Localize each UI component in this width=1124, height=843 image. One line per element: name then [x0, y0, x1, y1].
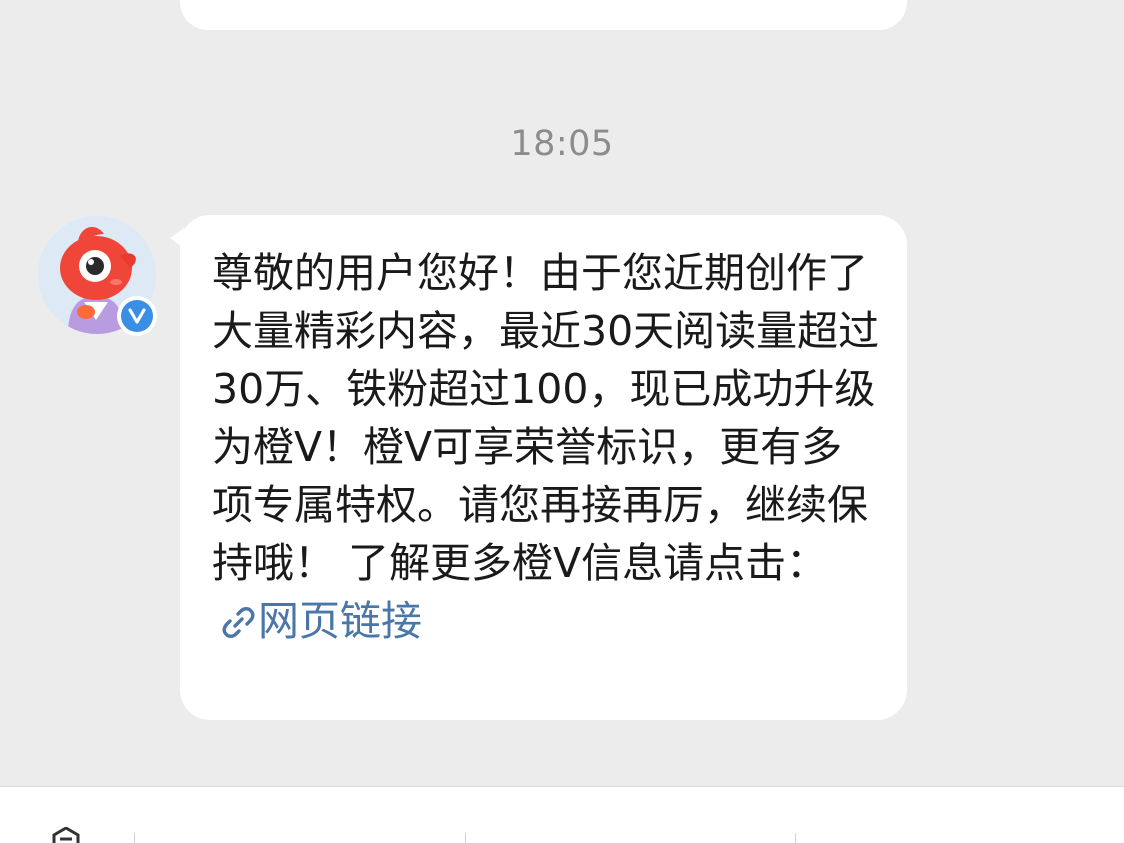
web-link[interactable]: 网页链接: [212, 597, 422, 645]
message-text: 尊敬的用户您好！由于您近期创作了大量精彩内容，最近30天阅读量超过30万、铁粉超…: [212, 249, 880, 587]
previous-message-bubble[interactable]: [180, 0, 907, 30]
chat-screen: 18:05 尊敬的用户您好！由于您近期创作了大量精彩内容，最近30天阅读量超过3…: [0, 0, 1124, 843]
toolbar-divider: [795, 833, 796, 843]
message-timestamp: 18:05: [510, 124, 614, 164]
message-content: 尊敬的用户您好！由于您近期创作了大量精彩内容，最近30天阅读量超过30万、铁粉超…: [212, 244, 882, 650]
bottom-toolbar: [0, 786, 1124, 843]
toolbar-divider: [134, 833, 135, 843]
keyboard-icon[interactable]: [34, 827, 98, 843]
web-link-label: 网页链接: [258, 597, 422, 645]
verified-badge: [117, 296, 157, 336]
toolbar-divider: [465, 833, 466, 843]
verified-v-icon: [128, 308, 146, 324]
link-icon: [222, 607, 255, 638]
